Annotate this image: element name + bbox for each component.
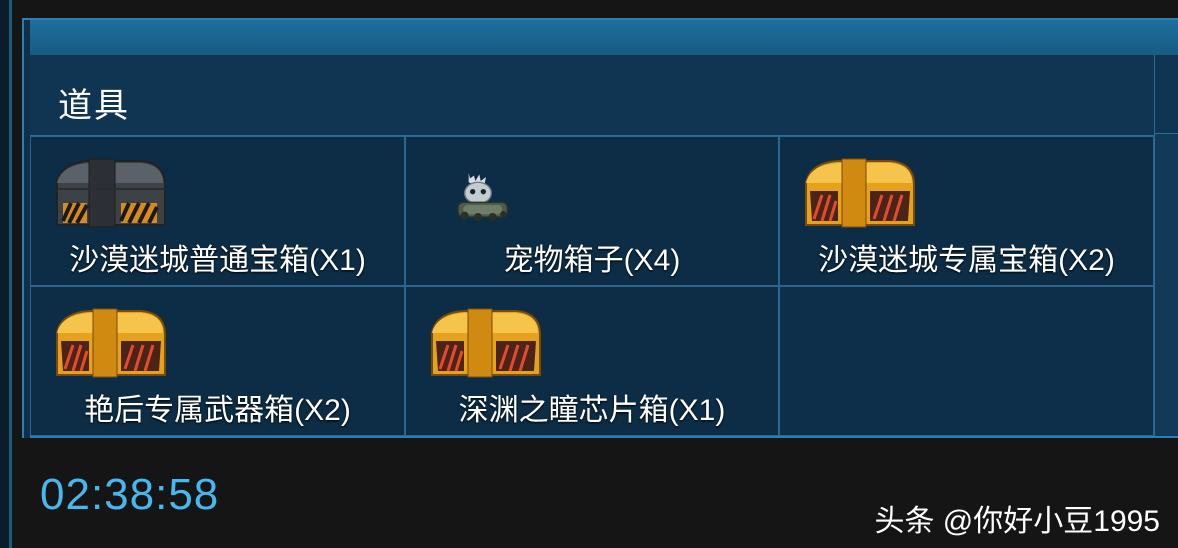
section-title: 道具 xyxy=(58,86,130,126)
watermark: 头条 @你好小豆1995 xyxy=(874,505,1160,538)
item-label: 深渊之瞳芯片箱(X1) xyxy=(458,394,726,427)
pet-tank-icon xyxy=(457,173,508,221)
panel-header-bar xyxy=(30,20,1178,55)
item-label: 艳后专属武器箱(X2) xyxy=(84,394,351,427)
gray-chest-icon xyxy=(56,158,166,228)
item-cell-empty xyxy=(779,286,1154,436)
item-label: 沙漠迷城普通宝箱(X1) xyxy=(69,244,366,277)
item-cell-1[interactable]: 宠物箱子(X4) xyxy=(405,136,779,286)
gold-chest-icon xyxy=(431,308,541,378)
panel-bottom-border xyxy=(30,436,1178,438)
item-label: 沙漠迷城专属宝箱(X2) xyxy=(818,244,1115,277)
item-label: 宠物箱子(X4) xyxy=(503,244,681,277)
item-cell-0[interactable]: 沙漠迷城普通宝箱(X1) xyxy=(30,136,405,286)
section-header xyxy=(30,55,1154,136)
item-cell-2[interactable]: 沙漠迷城专属宝箱(X2) xyxy=(779,136,1154,286)
countdown-timer: 02:38:58 xyxy=(40,470,220,519)
scrollbar[interactable] xyxy=(1154,55,1178,438)
window-frame-gap xyxy=(12,0,22,548)
gold-chest-icon xyxy=(805,158,915,228)
item-cell-3[interactable]: 艳后专属武器箱(X2) xyxy=(30,286,405,436)
scrollbar-cap xyxy=(1155,55,1178,134)
item-cell-4[interactable]: 深渊之瞳芯片箱(X1) xyxy=(405,286,779,436)
gold-chest-icon xyxy=(56,308,166,378)
window-frame-left xyxy=(0,0,12,548)
item-grid: 沙漠迷城普通宝箱(X1) 宠物箱子(X4) 沙漠迷城专属宝箱(X2) 艳后专属武… xyxy=(30,136,1154,436)
